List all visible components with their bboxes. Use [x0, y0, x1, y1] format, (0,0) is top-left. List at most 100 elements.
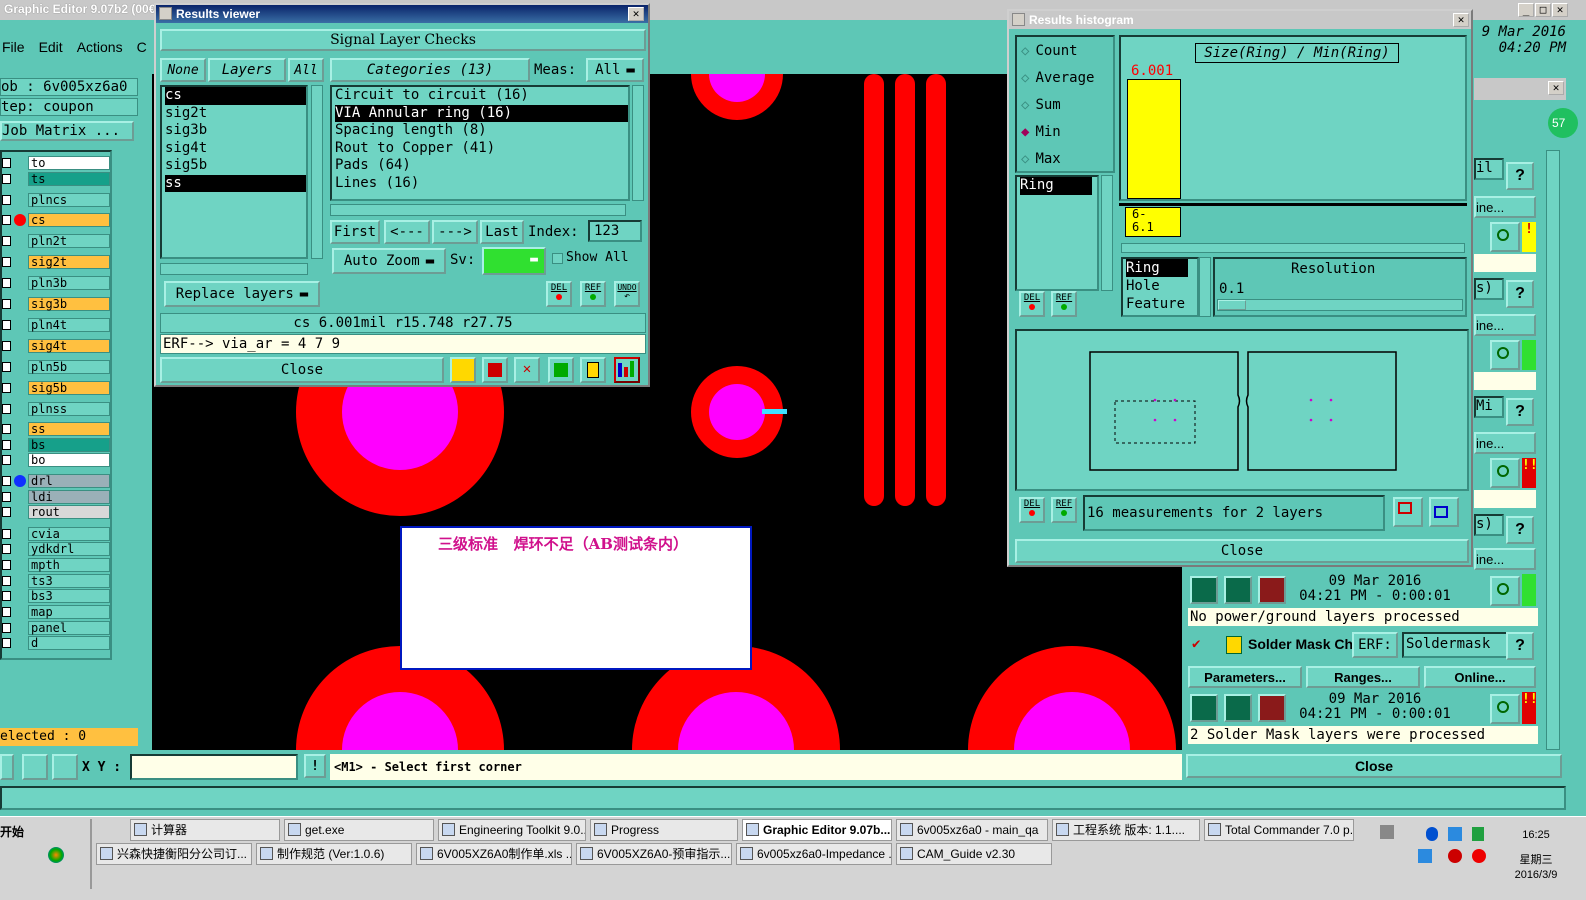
layers-all-button[interactable]: All: [288, 58, 324, 82]
layer-name[interactable]: sig5b: [28, 381, 110, 395]
run-icon[interactable]: [1190, 576, 1218, 604]
tray-icon[interactable]: [1380, 825, 1394, 839]
zoom-feature-icon[interactable]: [1393, 497, 1423, 527]
layer-select-list[interactable]: cs sig2t sig3b sig4t sig5b ss: [160, 85, 308, 259]
taskbar-button[interactable]: get.exe: [284, 819, 434, 841]
feature-list-item[interactable]: Feature: [1126, 295, 1197, 313]
layer-name[interactable]: sig2t: [28, 255, 110, 269]
feature-list-item[interactable]: Ring: [1126, 259, 1188, 277]
layer-row[interactable]: pln3b: [2, 276, 112, 290]
export-icon[interactable]: [482, 357, 508, 383]
hist-del-icon-2[interactable]: DEL: [1019, 497, 1045, 523]
tray-icon[interactable]: [1448, 849, 1462, 863]
taskbar-button[interactable]: 6v005xz6a0 - main_qa: [896, 819, 1048, 841]
feature-list-scrollbar[interactable]: [1199, 257, 1211, 317]
layer-row[interactable]: ldi: [2, 490, 112, 504]
ring-list[interactable]: Ring: [1015, 175, 1099, 291]
minimize-button[interactable]: _: [1518, 3, 1534, 17]
run-icon[interactable]: [1190, 694, 1218, 722]
layer-row[interactable]: to: [2, 156, 112, 170]
layer-row[interactable]: sig2t: [2, 255, 112, 269]
layer-list-item[interactable]: cs: [165, 87, 306, 105]
category-item[interactable]: Pads (64): [335, 157, 628, 175]
grid-icon[interactable]: [52, 754, 78, 780]
checklist-close-button[interactable]: Close: [1186, 754, 1562, 778]
layer-checkbox[interactable]: [2, 607, 11, 617]
job-matrix-button[interactable]: Job Matrix ...: [0, 121, 134, 141]
layer-checkbox[interactable]: [2, 424, 11, 434]
layer-checkbox[interactable]: [2, 174, 11, 184]
show-all-checkbox[interactable]: [552, 253, 563, 264]
taskbar-button[interactable]: Graphic Editor 9.07b...: [742, 819, 892, 841]
layer-list-hscrollbar[interactable]: [160, 263, 308, 275]
results-close-button[interactable]: Close: [160, 357, 444, 383]
menu-edit[interactable]: Edit: [39, 39, 63, 55]
layer-row[interactable]: cs: [2, 213, 112, 227]
layer-checkbox[interactable]: [2, 455, 11, 465]
layer-list-item[interactable]: sig3b: [165, 122, 306, 140]
layer-name[interactable]: to: [28, 156, 110, 170]
alert-button[interactable]: !: [304, 754, 326, 778]
layer-checkbox[interactable]: [2, 383, 11, 393]
category-item[interactable]: Spacing length (8): [335, 122, 628, 140]
radio-diamond-icon[interactable]: ◆: [1021, 124, 1029, 140]
online-button-1[interactable]: ine...: [1474, 196, 1536, 218]
erf-button[interactable]: ERF:: [1352, 632, 1398, 658]
layer-checkbox[interactable]: [2, 320, 11, 330]
category-scrollbar[interactable]: [632, 85, 644, 201]
bluetooth-icon[interactable]: [1426, 827, 1438, 841]
layer-checkbox[interactable]: [2, 257, 11, 267]
layer-name[interactable]: mpth: [28, 558, 110, 572]
category-item[interactable]: Rout to Copper (41): [335, 140, 628, 158]
ring-list-scrollbar[interactable]: [1101, 175, 1113, 291]
category-item[interactable]: VIA Annular ring (16): [335, 104, 628, 122]
layer-list-item[interactable]: sig5b: [165, 157, 306, 175]
layer-checkbox[interactable]: [2, 404, 11, 414]
layer-name[interactable]: plnss: [28, 402, 110, 416]
index-input[interactable]: 123: [588, 220, 642, 242]
layer-list-item[interactable]: sig2t: [165, 105, 306, 123]
prev-button[interactable]: <---: [384, 220, 430, 244]
network-icon[interactable]: [1448, 827, 1462, 841]
layer-checkbox[interactable]: [2, 638, 11, 648]
layer-name[interactable]: sig4t: [28, 339, 110, 353]
replace-layers-dropdown[interactable]: Replace layers ▬: [164, 281, 320, 307]
layer-checkbox[interactable]: [2, 236, 11, 246]
help-button[interactable]: ?: [1506, 632, 1534, 660]
layer-name[interactable]: drl: [28, 474, 110, 488]
feature-list-item[interactable]: Hole: [1126, 277, 1197, 295]
notification-badge[interactable]: 57: [1548, 108, 1578, 138]
layer-name[interactable]: ts3: [28, 574, 110, 588]
layer-row[interactable]: drl: [2, 474, 112, 488]
hist-ref-icon[interactable]: REF: [1051, 291, 1077, 317]
stat-option-min[interactable]: ◆ Min: [1021, 122, 1111, 142]
layer-name[interactable]: bs3: [28, 589, 110, 603]
step-icon[interactable]: [548, 357, 574, 383]
layer-name[interactable]: pln5b: [28, 360, 110, 374]
radio-diamond-icon[interactable]: ◇: [1021, 151, 1029, 167]
layer-list-item[interactable]: ss: [165, 174, 306, 192]
run-step-icon[interactable]: [1224, 694, 1252, 722]
right-panel-scrollbar[interactable]: [1546, 150, 1560, 750]
layer-row[interactable]: sig4t: [2, 339, 112, 353]
search-icon[interactable]: [1490, 576, 1520, 606]
close-app-button[interactable]: ✕: [1552, 3, 1568, 17]
erf-input[interactable]: Soldermask: [1402, 632, 1518, 658]
histogram-close-button[interactable]: Close: [1015, 539, 1469, 563]
next-button[interactable]: --->: [432, 220, 478, 244]
layer-checkbox[interactable]: [2, 591, 11, 601]
taskbar-button[interactable]: 6v005xz6a0-Impedance ...: [736, 843, 892, 865]
hist-del-icon[interactable]: DEL: [1019, 291, 1045, 317]
start-button[interactable]: 开始: [0, 823, 24, 840]
layer-row[interactable]: pln2t: [2, 234, 112, 248]
search-icon[interactable]: [1490, 222, 1520, 252]
histogram-bar[interactable]: [1127, 79, 1181, 199]
layer-checkbox[interactable]: [2, 560, 11, 570]
online-button-3[interactable]: ine...: [1474, 432, 1536, 454]
layer-row[interactable]: mpth: [2, 558, 112, 572]
layer-checkbox[interactable]: [2, 440, 11, 450]
xy-input[interactable]: [130, 754, 298, 780]
measure-icon[interactable]: [22, 754, 48, 780]
layer-row[interactable]: pln4t: [2, 318, 112, 332]
auto-zoom-dropdown[interactable]: Auto Zoom ▬: [332, 248, 446, 274]
